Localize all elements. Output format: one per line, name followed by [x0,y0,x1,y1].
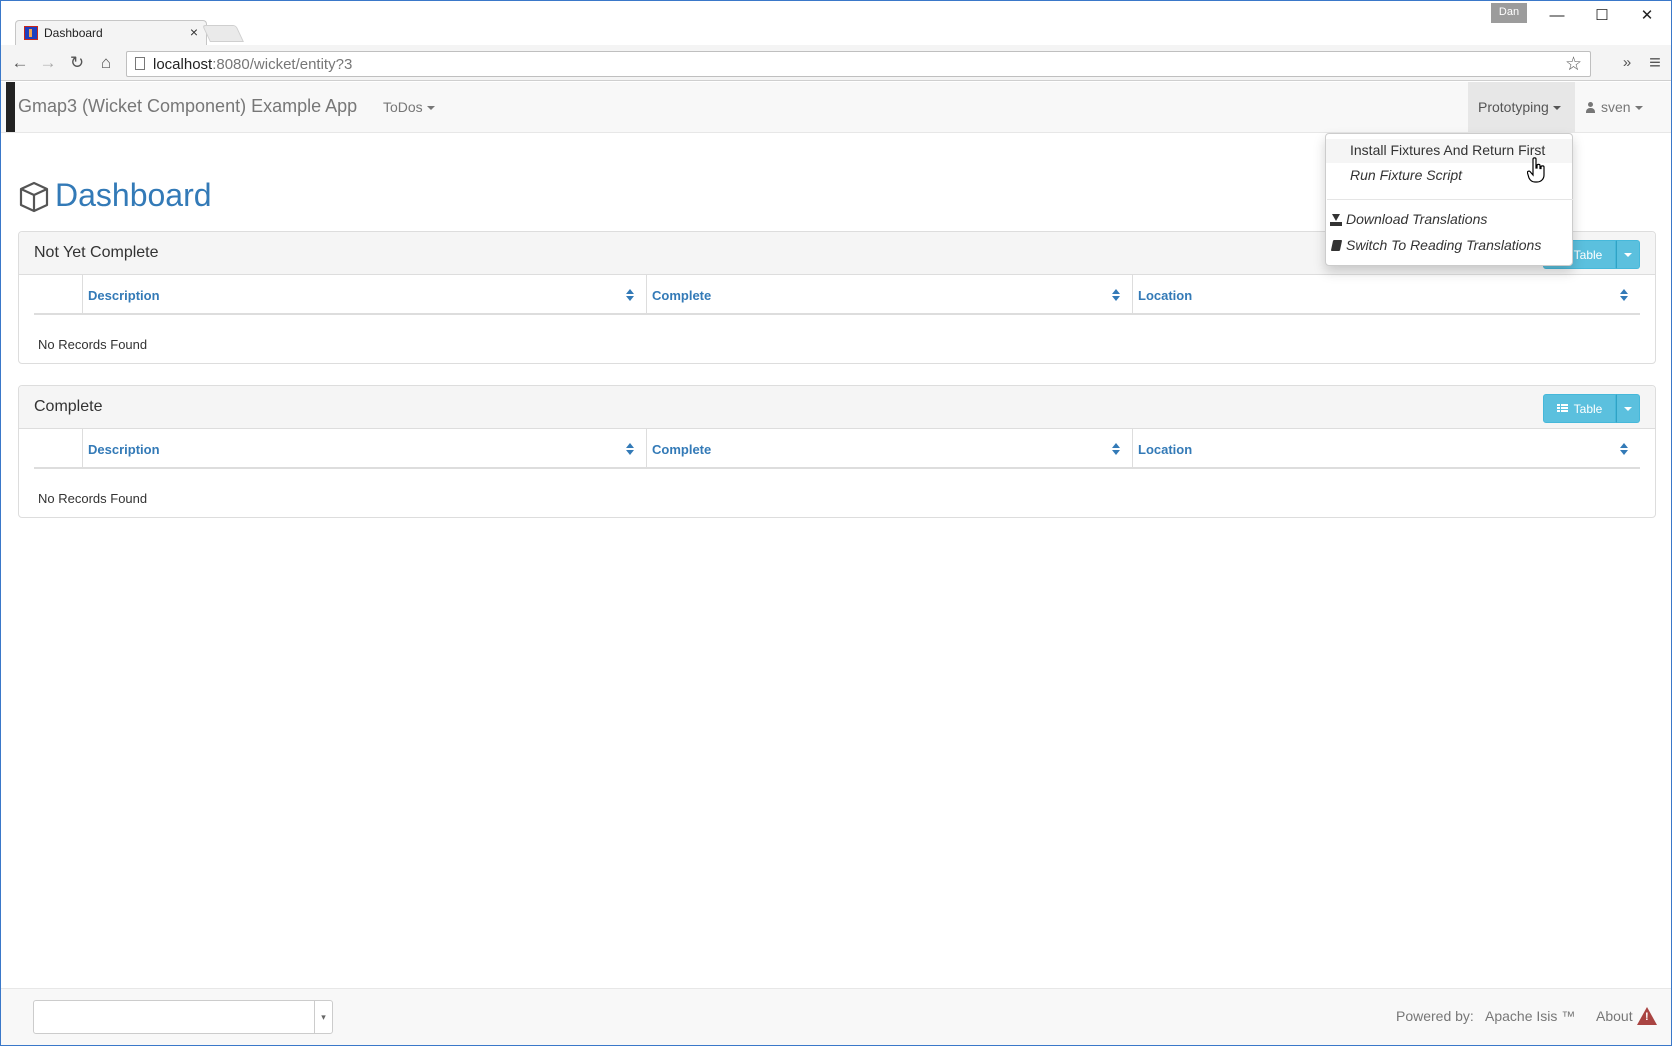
browser-tab[interactable]: Dashboard × [15,20,207,46]
chevron-down-icon: ▾ [314,1001,332,1033]
apache-isis-link[interactable]: Apache Isis ™ [1485,1008,1575,1024]
menu-divider [1327,199,1573,200]
app-navbar: Gmap3 (Wicket Component) Example App ToD… [1,82,1671,133]
empty-message: No Records Found [38,491,148,506]
menu-item-label: Download Translations [1346,211,1488,227]
menu-item-label: Run Fixture Script [1350,167,1463,183]
chevron-down-icon [1552,106,1561,111]
reload-icon[interactable]: ↻ [65,51,89,75]
sort-icon[interactable] [1112,443,1120,455]
app-footer: ▾ Powered by: Apache Isis ™ About [1,988,1671,1045]
sort-icon[interactable] [1112,289,1120,301]
menu-item-label: Switch To Reading Translations [1346,237,1542,253]
collection-table: Description Complete Location No Records… [19,429,1655,517]
forward-icon[interactable]: → [36,51,60,75]
table-view-label: Table [1573,247,1603,262]
page-icon [135,57,145,70]
window-close-icon[interactable]: ✕ [1626,4,1668,28]
view-dropdown-button[interactable] [1616,240,1640,269]
profile-badge[interactable]: Dan [1491,3,1527,23]
book-icon [1330,240,1343,251]
about-link[interactable]: About [1596,1008,1633,1024]
chevron-down-icon [1624,252,1632,257]
table-view-label: Table [1573,401,1603,416]
empty-message: No Records Found [38,337,148,352]
column-header-location[interactable]: Location [1132,429,1640,467]
column-label: Description [88,442,160,457]
view-dropdown-button[interactable] [1616,394,1640,423]
column-label: Complete [652,288,712,303]
collection-panel-complete: Complete Table Description Complete Loca… [18,385,1656,518]
sort-icon[interactable] [1620,289,1628,301]
download-icon [1330,214,1342,226]
collection-table: Description Complete Location No Records… [19,275,1655,363]
sort-icon[interactable] [626,289,634,301]
theme-select[interactable]: ▾ [33,1000,333,1034]
tab-title: Dashboard [44,26,103,40]
panel-title: Complete [34,398,103,415]
tab-close-icon[interactable]: × [190,24,198,40]
back-icon[interactable]: ← [8,51,32,75]
browser-menu-icon[interactable]: ≡ [1643,51,1667,75]
chevron-down-icon [1624,406,1632,411]
column-header-description[interactable]: Description [82,429,646,467]
url-text: localhost:8080/wicket/entity?3 [153,56,353,73]
menu-item-label: Install Fixtures And Return First [1350,142,1546,158]
prototyping-dropdown-menu: Install Fixtures And Return First Run Fi… [1325,133,1573,266]
menu-todos[interactable]: ToDos [383,99,435,115]
chevron-down-icon [426,106,435,111]
bookmark-star-icon[interactable]: ☆ [1565,53,1582,76]
menu-prototyping-label: Prototyping [1478,99,1549,115]
column-label: Location [1138,288,1193,303]
view-toggle: Table [1543,394,1640,423]
column-header-description[interactable]: Description [82,275,646,313]
app-brand[interactable]: Gmap3 (Wicket Component) Example App [18,96,357,117]
page-title-text[interactable]: Dashboard [55,177,212,214]
column-header-location[interactable]: Location [1132,275,1640,313]
browser-toolbar: ← → ↻ ⌂ localhost:8080/wicket/entity?3 ☆… [1,45,1671,81]
panel-heading: Complete Table [19,386,1655,429]
browser-titlebar: Dashboard × Dan — ☐ ✕ [1,1,1671,46]
maximize-icon[interactable]: ☐ [1581,4,1623,28]
table-header: Description Complete Location [34,429,1640,469]
chevron-down-icon [1634,106,1643,111]
menu-user-label: sven [1601,99,1631,115]
column-header-complete[interactable]: Complete [646,429,1132,467]
column-header-complete[interactable]: Complete [646,275,1132,313]
sort-icon[interactable] [626,443,634,455]
new-tab-button[interactable] [202,25,244,42]
panel-title: Not Yet Complete [34,244,159,261]
table-header: Description Complete Location [34,275,1640,315]
cube-icon [19,181,49,213]
extensions-overflow-icon[interactable]: » [1615,51,1639,75]
column-label: Complete [652,442,712,457]
warning-icon[interactable] [1637,1007,1657,1025]
menu-prototyping[interactable]: Prototyping [1468,82,1575,132]
table-icon [1556,404,1568,413]
home-icon[interactable]: ⌂ [94,51,118,75]
column-label: Description [88,288,160,303]
sort-icon[interactable] [1620,443,1628,455]
column-label: Location [1138,442,1193,457]
user-icon [1586,102,1595,113]
menu-item-download-translations[interactable]: Download Translations [1326,208,1572,232]
menu-todos-label: ToDos [383,99,423,115]
minimize-icon[interactable]: — [1536,4,1578,28]
tab-favicon-icon [24,26,38,40]
hand-cursor-icon [1527,157,1545,183]
nav-ribbon [6,82,15,132]
browser-window: Dashboard × Dan — ☐ ✕ ← → ↻ ⌂ localhost:… [0,0,1672,1046]
menu-item-switch-to-reading-translations[interactable]: Switch To Reading Translations [1326,234,1572,258]
table-view-button[interactable]: Table [1543,394,1616,423]
powered-by-label: Powered by: [1396,1008,1474,1024]
address-bar[interactable]: localhost:8080/wicket/entity?3 ☆ [126,51,1591,77]
menu-user[interactable]: sven [1586,99,1643,115]
